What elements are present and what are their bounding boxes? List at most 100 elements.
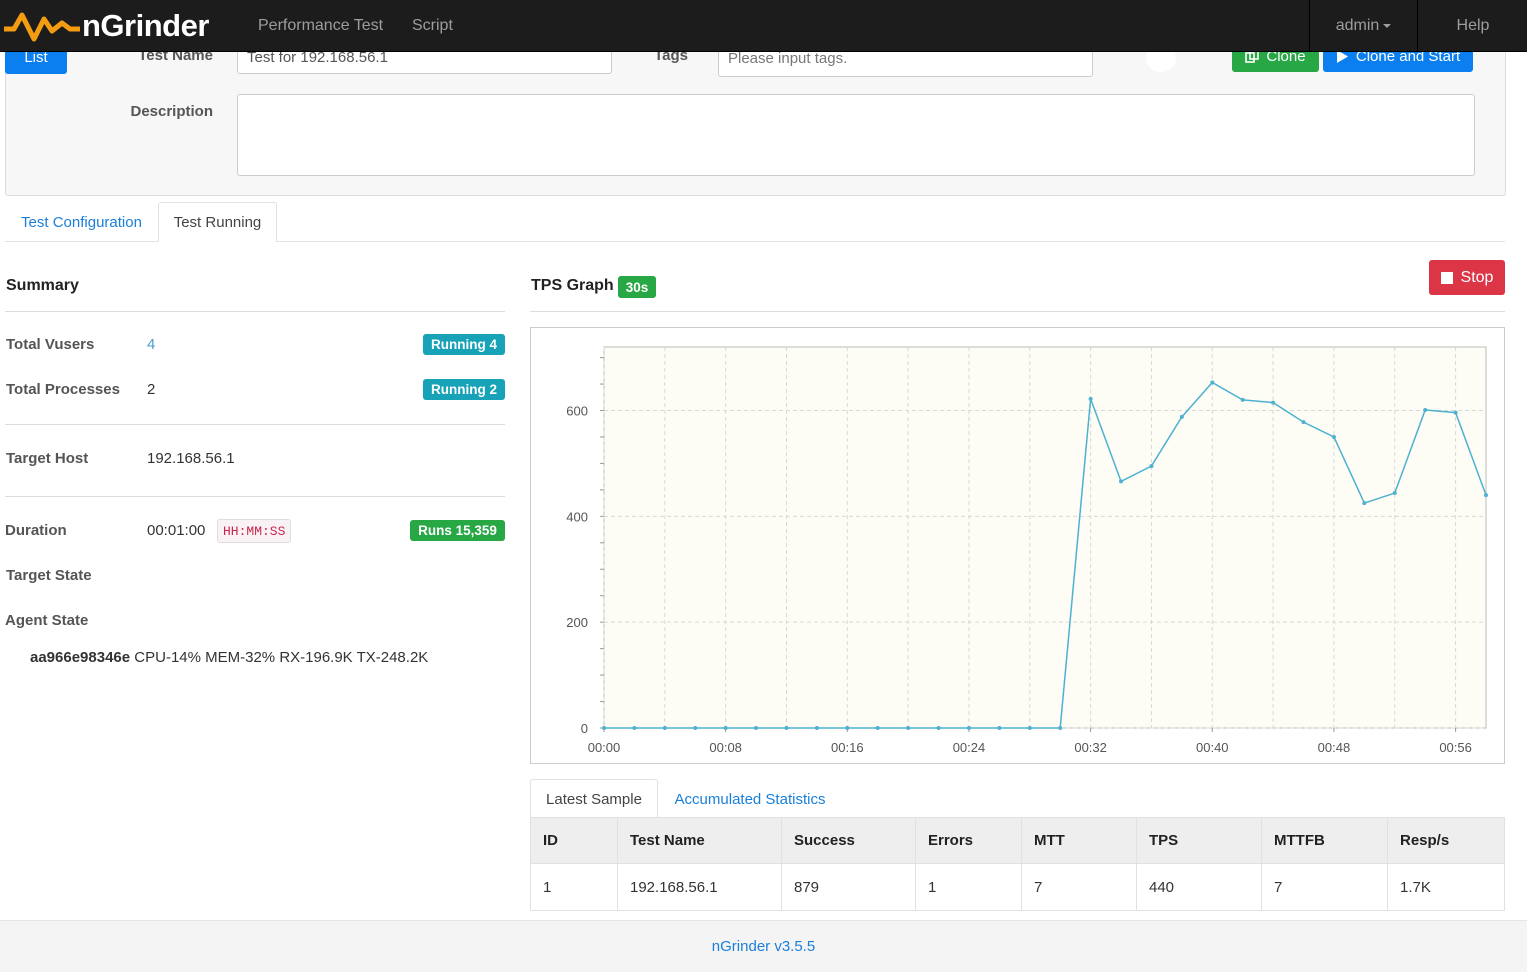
tps-data-point [693, 726, 698, 730]
user-name: admin [1335, 16, 1380, 34]
interval-badge: 30s [618, 276, 656, 298]
tps-data-point [936, 726, 941, 730]
tps-data-point [1423, 407, 1428, 412]
tps-graph-title: TPS Graph [531, 277, 614, 294]
tps-data-point [1027, 726, 1032, 730]
plot-area [603, 346, 1487, 729]
col-resp-per-sec: Resp/s [1387, 817, 1505, 864]
caret-down-icon [1383, 23, 1392, 28]
cell-mttfb: 7 [1261, 863, 1388, 911]
tps-data-point [966, 726, 971, 730]
summary-title: Summary [6, 277, 79, 294]
tps-chart-container: 0 200 400 600 00:00 00:08 00:16 00:24 00:32 00:40… [530, 327, 1505, 764]
tps-data-point [1484, 493, 1488, 498]
tps-data-point [1453, 410, 1458, 415]
tps-data-point [632, 726, 637, 730]
duration-value: 00:01:00 [147, 522, 206, 539]
col-success: Success [781, 817, 916, 864]
total-processes-value: 2 [147, 381, 156, 398]
x-tick-label: 00:00 [588, 740, 621, 755]
agent-stats: CPU-14% MEM-32% RX-196.9K TX-248.2K [134, 649, 429, 666]
tps-data-point [1088, 396, 1093, 401]
description-label: Description [130, 103, 213, 120]
tps-chart: 0 200 400 600 00:00 00:08 00:16 00:24 00:32 00:40… [566, 346, 1488, 755]
brand-logo[interactable]: nGrinder [4, 6, 209, 46]
x-tick-label: 00:08 [709, 740, 742, 755]
nav-performance-test[interactable]: Performance Test [258, 17, 383, 35]
tps-data-point [754, 726, 759, 730]
tps-data-point [1362, 501, 1367, 506]
x-tick-label: 00:16 [831, 740, 864, 755]
tps-data-point [1331, 434, 1336, 439]
tps-data-point [906, 726, 911, 730]
tps-data-point [1301, 420, 1306, 425]
description-textarea[interactable] [237, 94, 1475, 176]
target-host-value: 192.168.56.1 [147, 450, 235, 467]
tps-data-point [1392, 491, 1397, 496]
target-state-label: Target State [6, 567, 92, 584]
tps-data-point [1119, 479, 1124, 484]
col-mtt: MTT [1021, 817, 1137, 864]
tps-data-point [845, 726, 850, 730]
duration-label: Duration [5, 522, 67, 539]
y-tick-label: 600 [566, 404, 588, 419]
tps-data-point [1271, 400, 1276, 405]
table-row: 1 192.168.56.1 879 1 7 440 7 1.7K [530, 863, 1505, 911]
user-menu[interactable]: admin [1309, 0, 1417, 51]
col-mttfb: MTTFB [1261, 817, 1388, 864]
tps-data-point [997, 726, 1002, 730]
version-link[interactable]: nGrinder v3.5.5 [712, 938, 815, 955]
x-tick-label: 00:32 [1074, 740, 1107, 755]
tps-data-point [875, 726, 880, 730]
tab-latest-sample-label: Latest Sample [546, 790, 642, 808]
navbar: nGrinder Performance Test Script admin H… [0, 0, 1527, 52]
stop-label: Stop [1460, 268, 1494, 286]
target-host-label: Target Host [6, 450, 89, 467]
agent-state-row: aa966e98346e CPU-14% MEM-32% RX-196.9K T… [30, 649, 428, 666]
tps-data-point [1058, 726, 1063, 730]
total-vusers-label: Total Vusers [6, 336, 95, 353]
divider [5, 424, 505, 425]
divider [5, 496, 505, 497]
stop-button[interactable]: Stop [1429, 260, 1505, 295]
footer: nGrinder v3.5.5 [0, 920, 1527, 972]
cell-tps: 440 [1136, 863, 1262, 911]
cell-id: 1 [530, 863, 618, 911]
y-tick-label: 0 [581, 721, 588, 736]
tab-latest-sample[interactable]: Latest Sample [530, 779, 658, 819]
divider [530, 311, 1505, 312]
y-tick-label: 400 [566, 509, 588, 524]
tab-test-running-label: Test Running [173, 213, 262, 231]
col-errors: Errors [915, 817, 1022, 864]
tab-accumulated-statistics-label: Accumulated Statistics [674, 790, 826, 808]
x-tick-label: 00:56 [1439, 740, 1472, 755]
duration-format: HH:MM:SS [217, 519, 292, 543]
divider [5, 311, 505, 312]
col-test-name: Test Name [617, 817, 782, 864]
tps-data-point [723, 726, 728, 730]
tps-data-point [1240, 397, 1245, 402]
tps-data-point [1179, 414, 1184, 419]
stop-icon [1440, 271, 1453, 284]
nav-script[interactable]: Script [412, 17, 453, 35]
tps-data-point [1210, 380, 1215, 385]
cell-success: 879 [781, 863, 916, 911]
agent-id: aa966e98346e [30, 649, 131, 666]
x-tick-label: 00:48 [1318, 740, 1351, 755]
tab-test-configuration-label: Test Configuration [21, 213, 142, 231]
x-tick-label: 00:40 [1196, 740, 1229, 755]
total-processes-label: Total Processes [6, 381, 120, 398]
brand-name: nGrinder [82, 8, 209, 43]
cell-test-name: 192.168.56.1 [617, 863, 782, 911]
nav-help[interactable]: Help [1417, 0, 1527, 51]
total-vusers-value: 4 [147, 336, 156, 353]
cell-mtt: 7 [1021, 863, 1137, 911]
tab-test-configuration[interactable]: Test Configuration [5, 202, 158, 242]
tags-placeholder: Please input tags. [728, 50, 848, 67]
runs-badge: Runs 15,359 [410, 520, 505, 541]
tps-data-point [814, 726, 819, 730]
running-vusers-badge: Running 4 [423, 334, 505, 355]
tab-test-running[interactable]: Test Running [158, 202, 277, 242]
tps-data-point [784, 726, 789, 730]
tab-accumulated-statistics[interactable]: Accumulated Statistics [660, 779, 840, 819]
